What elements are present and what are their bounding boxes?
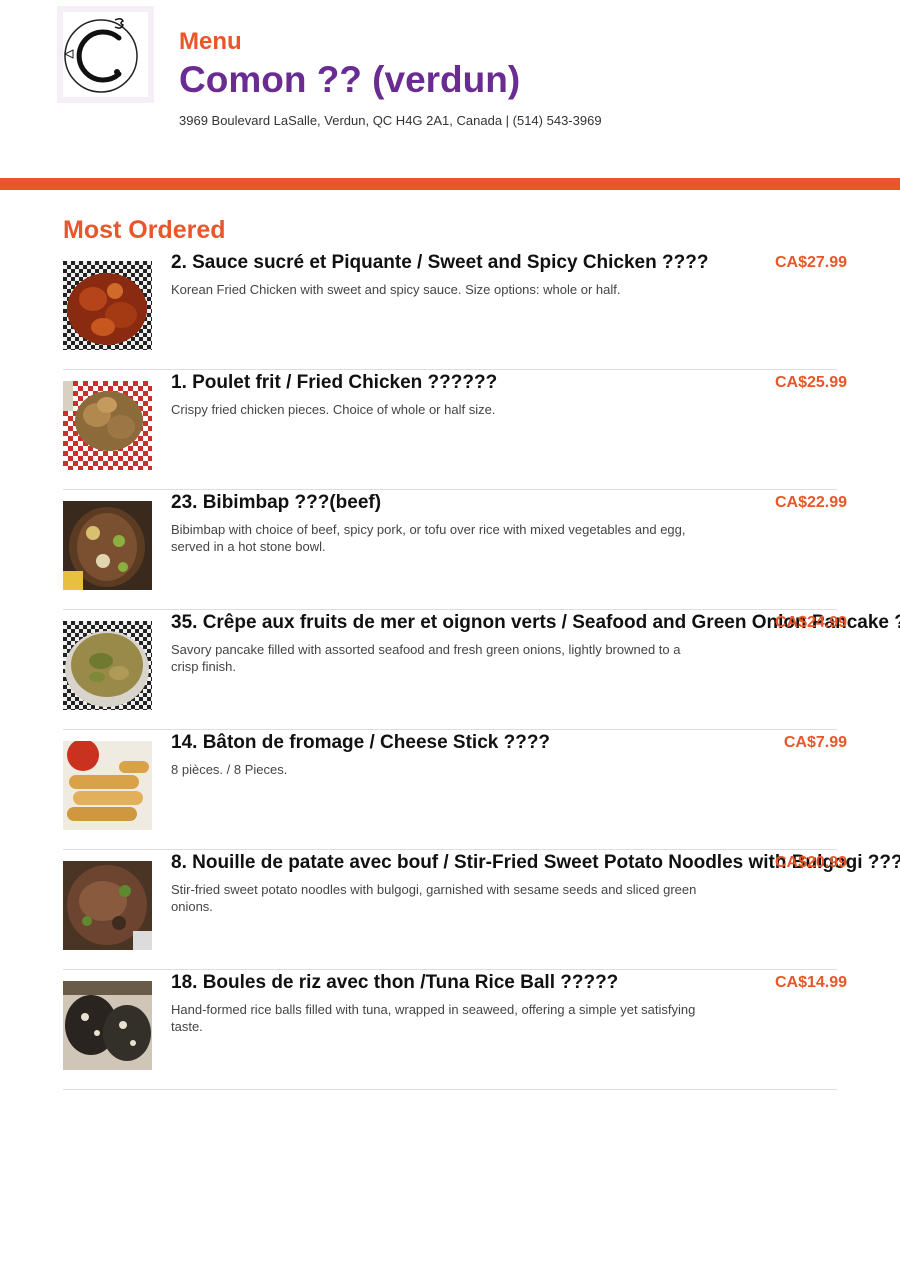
tuna-rice-ball-photo (63, 981, 152, 1070)
item-description: Bibimbap with choice of beef, spicy pork… (171, 522, 686, 554)
bibimbap-photo (63, 501, 152, 590)
sweet-potato-noodles-photo (63, 861, 152, 950)
menu-item[interactable]: 14. Bâton de fromage / Cheese Stick ????… (63, 730, 847, 850)
item-description: Korean Fried Chicken with sweet and spic… (171, 282, 621, 297)
menu-item[interactable]: 35. Crêpe aux fruits de mer et oignon ve… (63, 610, 900, 730)
menu-item[interactable]: 8. Nouille de patate avec bouf / Stir-Fr… (63, 850, 900, 970)
menu-item[interactable]: 23. Bibimbap ???(beef) Bibimbap with cho… (63, 490, 847, 610)
item-description: Crispy fried chicken pieces. Choice of w… (171, 402, 496, 417)
menu-item[interactable]: 1. Poulet frit / Fried Chicken ?????? Cr… (63, 370, 847, 490)
item-price: CA$27.99 (774, 254, 847, 271)
menu-label: Menu (179, 28, 242, 55)
sweet-spicy-chicken-photo (63, 261, 152, 350)
fried-chicken-photo (63, 381, 152, 470)
item-description: Hand-formed rice balls filled with tuna,… (171, 1002, 696, 1034)
item-price: CA$14.99 (774, 974, 847, 991)
restaurant-logo (57, 6, 154, 103)
item-description: Savory pancake filled with assorted seaf… (171, 642, 681, 674)
c3-logo-icon (63, 12, 148, 97)
section-title: Most Ordered (63, 216, 226, 244)
restaurant-address: 3969 Boulevard LaSalle, Verdun, QC H4G 2… (179, 113, 602, 128)
item-name: 23. Bibimbap ???(beef) (171, 492, 382, 513)
item-price: CA$20.99 (774, 854, 847, 871)
menu-item[interactable]: 18. Boules de riz avec thon /Tuna Rice B… (63, 970, 847, 1090)
restaurant-name: Comon ?? (verdun) (179, 59, 521, 100)
item-price: CA$24.99 (774, 614, 847, 631)
header-divider-bar (0, 178, 900, 190)
item-name: 1. Poulet frit / Fried Chicken ?????? (171, 372, 498, 393)
item-description: Stir-fried sweet potato noodles with bul… (171, 882, 697, 914)
item-price: CA$25.99 (774, 374, 847, 391)
item-name: 2. Sauce sucré et Piquante / Sweet and S… (171, 252, 709, 273)
cheese-stick-photo (63, 741, 152, 830)
seafood-pancake-photo (63, 621, 152, 710)
item-name: 14. Bâton de fromage / Cheese Stick ???? (171, 732, 551, 753)
item-price: CA$7.99 (783, 734, 847, 751)
item-name: 18. Boules de riz avec thon /Tuna Rice B… (171, 972, 619, 993)
menu-item-list: 2. Sauce sucré et Piquante / Sweet and S… (63, 250, 900, 1090)
menu-item[interactable]: 2. Sauce sucré et Piquante / Sweet and S… (63, 250, 847, 370)
item-price: CA$22.99 (774, 494, 847, 511)
item-description: 8 pièces. / 8 Pieces. (171, 762, 288, 777)
